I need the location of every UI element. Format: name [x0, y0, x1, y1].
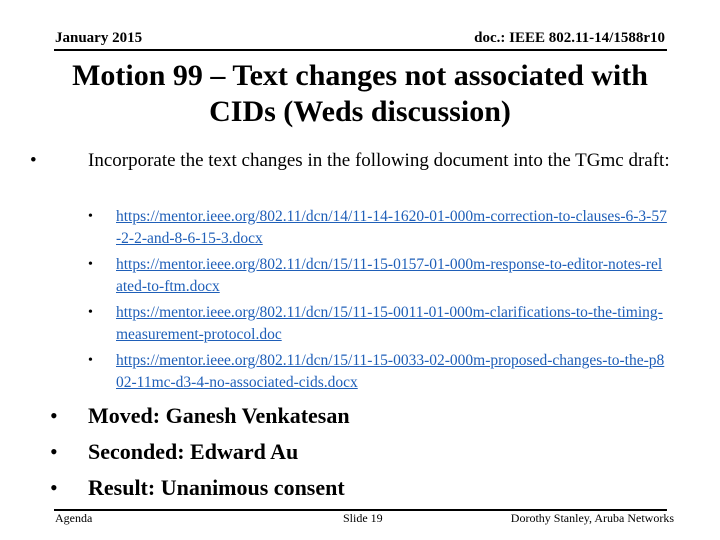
- header-divider: [54, 49, 667, 51]
- document-link[interactable]: https://mentor.ieee.org/802.11/dcn/15/11…: [116, 350, 668, 394]
- bullet-icon: •: [50, 403, 58, 428]
- bullet-icon: •: [50, 475, 58, 500]
- intro-text: Incorporate the text changes in the foll…: [88, 150, 670, 171]
- bullet-icon: •: [88, 353, 93, 368]
- footer-author: Dorothy Stanley, Aruba Networks: [510, 511, 674, 525]
- seconded-by: • Seconded: Edward Au: [50, 434, 350, 470]
- moved-by: • Moved: Ganesh Venkatesan: [50, 398, 350, 434]
- footer-section: Agenda: [55, 511, 93, 525]
- document-link-list: • https://mentor.ieee.org/802.11/dcn/14/…: [88, 206, 668, 398]
- document-link[interactable]: https://mentor.ieee.org/802.11/dcn/15/11…: [116, 254, 668, 298]
- bullet-icon: •: [30, 150, 37, 171]
- bullet-icon: •: [88, 305, 93, 320]
- bullet-icon: •: [88, 209, 93, 224]
- intro-bullet: • Incorporate the text changes in the fo…: [30, 150, 680, 172]
- motion-details: • Moved: Ganesh Venkatesan • Seconded: E…: [50, 398, 350, 506]
- slide-title: Motion 99 – Text changes not associated …: [72, 59, 648, 128]
- list-item: • https://mentor.ieee.org/802.11/dcn/15/…: [88, 254, 668, 298]
- list-item: • https://mentor.ieee.org/802.11/dcn/15/…: [88, 350, 668, 394]
- bullet-icon: •: [50, 439, 58, 464]
- list-item: • https://mentor.ieee.org/802.11/dcn/15/…: [88, 302, 668, 346]
- document-link[interactable]: https://mentor.ieee.org/802.11/dcn/14/11…: [116, 206, 668, 250]
- header-doc-id: doc.: IEEE 802.11-14/1588r10: [474, 30, 665, 46]
- slide-number: Slide 19: [343, 511, 383, 525]
- motion-result: • Result: Unanimous consent: [50, 470, 350, 506]
- header-date: January 2015: [55, 30, 143, 46]
- list-item: • https://mentor.ieee.org/802.11/dcn/14/…: [88, 206, 668, 250]
- bullet-icon: •: [88, 257, 93, 272]
- document-link[interactable]: https://mentor.ieee.org/802.11/dcn/15/11…: [116, 302, 668, 346]
